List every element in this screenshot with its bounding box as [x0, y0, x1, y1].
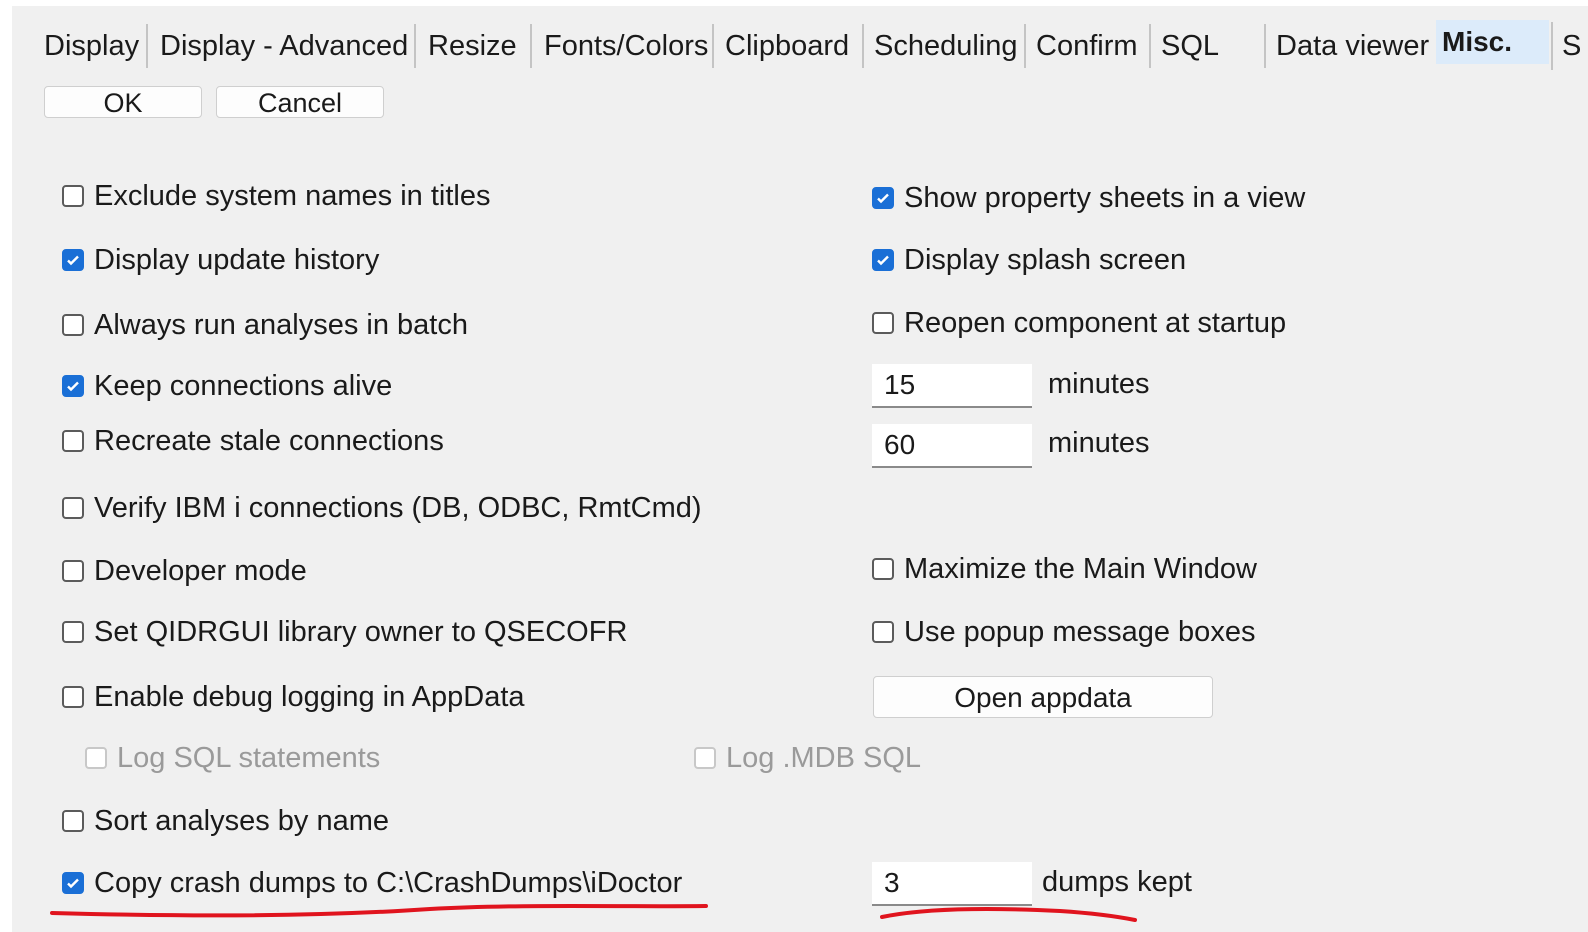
keep-alive-minutes-input[interactable] — [872, 364, 1032, 408]
tab-fonts-colors[interactable]: Fonts/Colors — [538, 24, 714, 68]
checkbox[interactable] — [62, 810, 84, 832]
checkbox[interactable] — [62, 314, 84, 336]
keep-alive-unit-label: minutes — [1048, 368, 1150, 400]
option-log-sql-statements: Log SQL statements — [85, 740, 380, 776]
option-label: Always run analyses in batch — [94, 309, 468, 341]
tab-divider — [1551, 22, 1553, 70]
option-label: Maximize the Main Window — [904, 553, 1257, 585]
cancel-button[interactable]: Cancel — [216, 86, 384, 118]
tab-resize[interactable]: Resize — [422, 24, 532, 68]
option-label: Enable debug logging in AppData — [94, 681, 525, 713]
check-icon — [67, 381, 79, 392]
tab-display[interactable]: Display — [38, 24, 148, 68]
check-icon — [67, 878, 79, 889]
option-enable-debug-logging[interactable]: Enable debug logging in AppData — [62, 679, 525, 715]
tab-sql[interactable]: SQL — [1155, 24, 1266, 68]
open-appdata-button[interactable]: Open appdata — [873, 676, 1213, 718]
option-always-run-batch[interactable]: Always run analyses in batch — [62, 307, 468, 343]
checkbox[interactable] — [62, 249, 84, 271]
stale-unit-label: minutes — [1048, 427, 1150, 459]
checkbox[interactable] — [872, 249, 894, 271]
option-reopen-component[interactable]: Reopen component at startup — [872, 305, 1286, 341]
checkbox[interactable] — [872, 187, 894, 209]
option-log-mdb-sql: Log .MDB SQL — [694, 740, 921, 776]
option-maximize-main-window[interactable]: Maximize the Main Window — [872, 551, 1257, 587]
option-recreate-stale-connections[interactable]: Recreate stale connections — [62, 423, 444, 459]
option-display-splash-screen[interactable]: Display splash screen — [872, 242, 1186, 278]
option-copy-crash-dumps[interactable]: Copy crash dumps to C:\CrashDumps\iDocto… — [62, 865, 682, 901]
tab-clipboard[interactable]: Clipboard — [719, 24, 864, 68]
stale-minutes-input[interactable] — [872, 424, 1032, 468]
checkbox — [85, 747, 107, 769]
option-label: Exclude system names in titles — [94, 180, 491, 212]
option-exclude-system-names[interactable]: Exclude system names in titles — [62, 178, 490, 214]
option-label: Sort analyses by name — [94, 805, 389, 837]
option-label: Display update history — [94, 244, 380, 276]
checkbox[interactable] — [62, 686, 84, 708]
ok-button[interactable]: OK — [44, 86, 202, 118]
checkbox[interactable] — [62, 560, 84, 582]
tab-confirm[interactable]: Confirm — [1030, 24, 1151, 68]
option-label: Display splash screen — [904, 244, 1187, 276]
option-label: Verify IBM i connections (DB, ODBC, RmtC… — [94, 492, 702, 524]
option-label: Show property sheets in a view — [904, 182, 1306, 214]
option-show-property-sheets[interactable]: Show property sheets in a view — [872, 180, 1305, 216]
checkbox[interactable] — [872, 621, 894, 643]
option-use-popup-message-boxes[interactable]: Use popup message boxes — [872, 614, 1255, 650]
dumps-kept-label: dumps kept — [1042, 866, 1192, 898]
checkbox[interactable] — [62, 872, 84, 894]
option-set-library-owner[interactable]: Set QIDRGUI library owner to QSECOFR — [62, 614, 627, 650]
checkbox[interactable] — [62, 621, 84, 643]
option-sort-analyses-by-name[interactable]: Sort analyses by name — [62, 803, 389, 839]
check-icon — [877, 255, 889, 266]
option-developer-mode[interactable]: Developer mode — [62, 553, 307, 589]
check-icon — [877, 193, 889, 204]
option-label: Set QIDRGUI library owner to QSECOFR — [94, 616, 628, 648]
option-label: Log .MDB SQL — [726, 742, 922, 774]
option-display-update-history[interactable]: Display update history — [62, 242, 379, 278]
tab-display-advanced[interactable]: Display - Advanced — [154, 24, 416, 68]
checkbox[interactable] — [62, 430, 84, 452]
checkbox[interactable] — [872, 312, 894, 334]
option-label: Developer mode — [94, 555, 307, 587]
option-label: Copy crash dumps to C:\CrashDumps\iDocto… — [94, 867, 683, 899]
checkbox[interactable] — [872, 558, 894, 580]
tab-data-viewer[interactable]: Data viewer — [1270, 24, 1436, 68]
option-label: Reopen component at startup — [904, 307, 1287, 339]
option-keep-connections-alive[interactable]: Keep connections alive — [62, 368, 392, 404]
option-verify-ibmi-connections[interactable]: Verify IBM i connections (DB, ODBC, RmtC… — [62, 490, 702, 526]
check-icon — [67, 255, 79, 266]
tab-misc[interactable]: Misc. — [1436, 20, 1549, 64]
checkbox[interactable] — [62, 497, 84, 519]
option-label: Log SQL statements — [117, 742, 381, 774]
option-label: Use popup message boxes — [904, 616, 1256, 648]
option-label: Recreate stale connections — [94, 425, 444, 457]
option-label: Keep connections alive — [94, 370, 393, 402]
tab-overflow[interactable]: S — [1562, 24, 1588, 68]
tab-scheduling[interactable]: Scheduling — [868, 24, 1026, 68]
options-panel — [12, 6, 1588, 932]
checkbox[interactable] — [62, 375, 84, 397]
dumps-kept-input[interactable] — [872, 862, 1032, 906]
checkbox[interactable] — [62, 185, 84, 207]
checkbox — [694, 747, 716, 769]
